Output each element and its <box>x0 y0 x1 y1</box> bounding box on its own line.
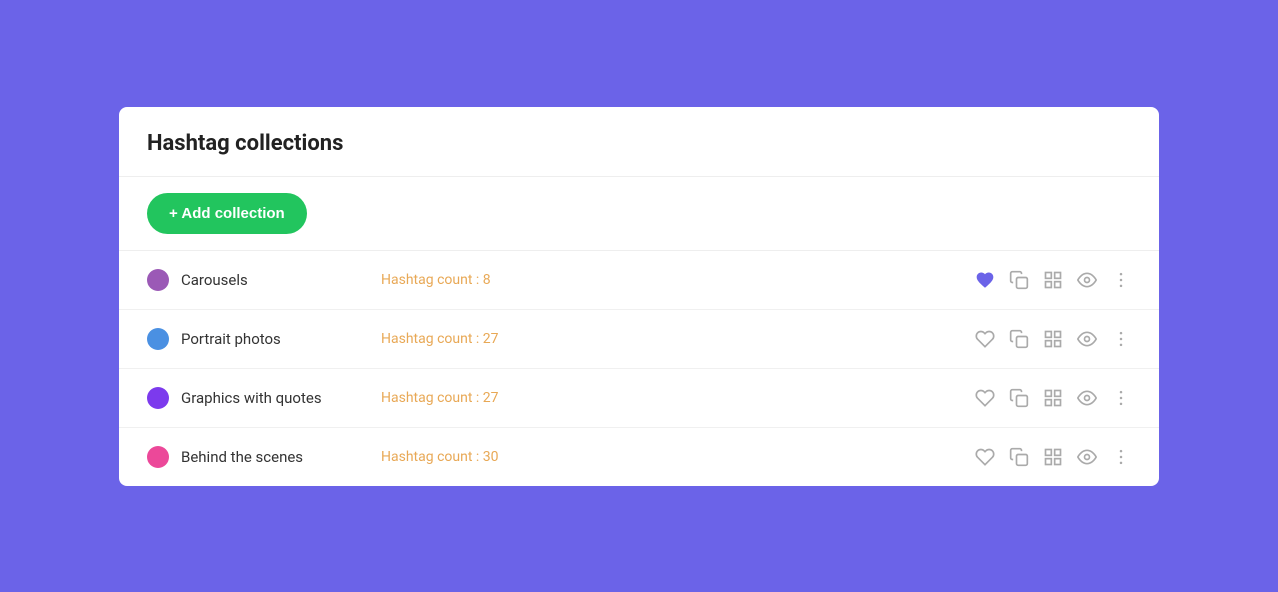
hashtag-count: Hashtag count : 8 <box>381 272 975 288</box>
copy-icon[interactable] <box>1009 388 1029 408</box>
eye-icon[interactable] <box>1077 447 1097 467</box>
collection-name: Graphics with quotes <box>181 389 381 407</box>
collection-color-dot <box>147 328 169 350</box>
collection-name: Carousels <box>181 271 381 289</box>
page-title: Hashtag collections <box>147 131 1131 156</box>
eye-icon[interactable] <box>1077 329 1097 349</box>
collection-color-dot <box>147 269 169 291</box>
hashtag-count: Hashtag count : 30 <box>381 449 975 465</box>
grid-icon[interactable] <box>1043 270 1063 290</box>
grid-icon[interactable] <box>1043 447 1063 467</box>
favorite-icon[interactable] <box>975 329 995 349</box>
collection-color-dot <box>147 446 169 468</box>
copy-icon[interactable] <box>1009 447 1029 467</box>
hashtag-count: Hashtag count : 27 <box>381 390 975 406</box>
hashtag-count: Hashtag count : 27 <box>381 331 975 347</box>
collection-name: Behind the scenes <box>181 448 381 466</box>
row-actions <box>975 329 1131 349</box>
add-collection-button[interactable]: + Add collection <box>147 193 307 234</box>
collection-row: Behind the scenes Hashtag count : 30 <box>119 428 1159 486</box>
eye-icon[interactable] <box>1077 270 1097 290</box>
row-actions <box>975 388 1131 408</box>
favorite-icon[interactable] <box>975 388 995 408</box>
favorite-icon[interactable] <box>975 270 995 290</box>
main-card: Hashtag collections + Add collection Car… <box>119 107 1159 486</box>
row-actions <box>975 447 1131 467</box>
grid-icon[interactable] <box>1043 388 1063 408</box>
collection-row: Portrait photos Hashtag count : 27 <box>119 310 1159 369</box>
collection-name: Portrait photos <box>181 330 381 348</box>
eye-icon[interactable] <box>1077 388 1097 408</box>
more-icon[interactable] <box>1111 388 1131 408</box>
favorite-icon[interactable] <box>975 447 995 467</box>
more-icon[interactable] <box>1111 447 1131 467</box>
more-icon[interactable] <box>1111 270 1131 290</box>
copy-icon[interactable] <box>1009 270 1029 290</box>
card-toolbar: + Add collection <box>119 177 1159 251</box>
grid-icon[interactable] <box>1043 329 1063 349</box>
more-icon[interactable] <box>1111 329 1131 349</box>
copy-icon[interactable] <box>1009 329 1029 349</box>
collection-row: Graphics with quotes Hashtag count : 27 <box>119 369 1159 428</box>
card-header: Hashtag collections <box>119 107 1159 177</box>
collection-color-dot <box>147 387 169 409</box>
collection-row: Carousels Hashtag count : 8 <box>119 251 1159 310</box>
collections-list: Carousels Hashtag count : 8 Portrait pho… <box>119 251 1159 486</box>
row-actions <box>975 270 1131 290</box>
